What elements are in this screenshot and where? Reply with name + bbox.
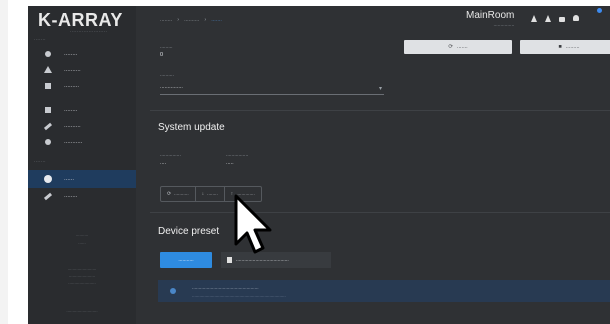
app-window: K-ARRAY ...................... ....... .…: [28, 6, 610, 324]
reboot-button[interactable]: ⟳.......: [404, 40, 512, 54]
notification-badge: [597, 8, 602, 13]
sidebar-item-system[interactable]: ......: [28, 170, 136, 188]
breadcrumb-current: .......: [211, 17, 222, 23]
section-title-device-preset: Device preset: [158, 226, 220, 237]
square-icon: [44, 82, 52, 90]
field1-label: .........: [160, 44, 173, 50]
field1-value: 0: [160, 52, 164, 58]
select-value: ...............: [160, 84, 183, 90]
breadcrumb-item[interactable]: ........: [160, 17, 172, 23]
update-button-2[interactable]: ↓........: [196, 187, 225, 201]
info-icon: [170, 288, 176, 294]
info-banner: ........................................…: [158, 280, 610, 302]
sidebar-footer: .........................: [66, 308, 98, 313]
current-version-value: ....: [160, 160, 167, 166]
toolbar-icons: [531, 15, 579, 22]
sidebar-item-6[interactable]: ...........: [28, 134, 136, 150]
info-banner-title: ........................................…: [192, 286, 259, 291]
sidebar-item-2[interactable]: ..........: [28, 62, 136, 78]
pen-icon: [44, 122, 52, 130]
puzzle-icon: [44, 138, 52, 146]
sidebar-section-label-2: .......: [34, 158, 46, 164]
reboot-icon: ⟳: [448, 44, 453, 50]
lock-icon[interactable]: [559, 15, 565, 22]
refresh-icon: ⟳: [167, 191, 172, 197]
update-button-1[interactable]: ⟳...........: [161, 187, 196, 201]
available-version-label: ................: [226, 152, 249, 158]
bell-icon[interactable]: [573, 15, 579, 22]
divider: [150, 110, 610, 111]
field2-label: ..........: [160, 72, 174, 78]
wrench-icon: [44, 192, 52, 200]
sidebar: K-ARRAY ...................... ....... .…: [28, 6, 136, 324]
dot-icon: [44, 50, 52, 58]
mouse-cursor-icon: [234, 194, 272, 254]
section-title-system-update: System update: [158, 122, 225, 133]
breadcrumb-item[interactable]: ..........: [184, 17, 199, 23]
info-banner-text: ........................................…: [192, 293, 286, 298]
sidebar-meta-1: ..........: [75, 232, 89, 237]
device-name: MainRoom: [466, 10, 515, 21]
shutdown-button[interactable]: ■.........: [520, 40, 610, 54]
page-frame: K-ARRAY ...................... ....... .…: [8, 0, 610, 324]
device-info: MainRoom ...............: [466, 10, 514, 28]
power-icon: ■: [558, 44, 562, 50]
current-version-label: ...............: [160, 152, 181, 158]
warning-icon[interactable]: [545, 15, 551, 22]
brand-subtitle: ......................: [70, 28, 108, 34]
sidebar-meta-3: .......................: [67, 266, 97, 271]
select-dropdown[interactable]: ............... ▾: [160, 82, 384, 95]
sidebar-section-label: .......: [34, 36, 46, 42]
sidebar-item-4[interactable]: ........: [28, 102, 136, 118]
sidebar-meta-4: .....................: [68, 273, 96, 278]
gear-icon: [44, 175, 52, 183]
sidebar-item-5[interactable]: ..........: [28, 118, 136, 134]
breadcrumb-separator: ›: [204, 17, 207, 23]
upload-icon: ↑: [230, 191, 234, 197]
download-icon: ↓: [201, 191, 205, 197]
primary-preset-button[interactable]: ...........: [160, 252, 212, 268]
speaker-icon: [44, 106, 52, 114]
sidebar-meta-5: ......................: [68, 280, 96, 285]
divider: [150, 212, 610, 213]
sidebar-item-1[interactable]: ........: [28, 46, 136, 62]
breadcrumb-separator: ›: [177, 17, 180, 23]
chevron-down-icon: ▾: [378, 86, 382, 92]
triangle-icon: [44, 66, 52, 74]
device-ip: ...............: [493, 22, 515, 28]
sidebar-meta-2: ......: [78, 240, 86, 245]
sidebar-item-settings[interactable]: ........: [28, 188, 136, 204]
document-icon: [227, 257, 232, 263]
available-version-value: .....: [226, 160, 234, 166]
warning-icon[interactable]: [531, 15, 537, 22]
breadcrumb: ........ › .......... › .......: [160, 17, 222, 23]
sidebar-item-3[interactable]: .........: [28, 78, 136, 94]
